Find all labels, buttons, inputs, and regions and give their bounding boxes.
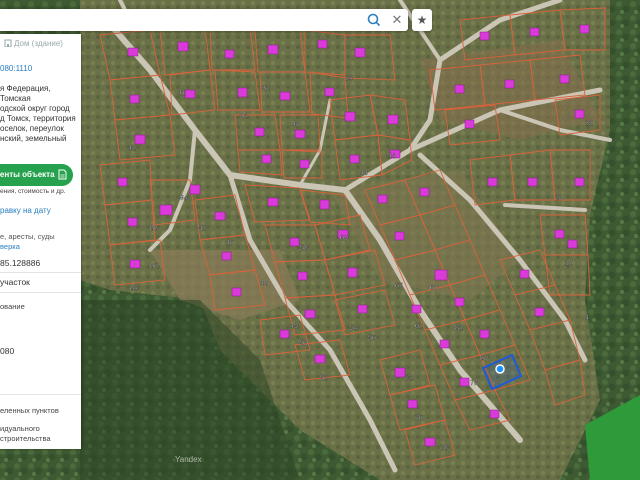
parcel-label: 46 bbox=[226, 240, 234, 247]
parcel-label: 60 bbox=[340, 235, 348, 242]
parcel-label: 78 bbox=[440, 445, 448, 452]
documents-button[interactable]: менты объекта bbox=[0, 164, 73, 186]
address-line: д Томск, территория bbox=[0, 114, 76, 123]
parcel-label: 24 bbox=[345, 75, 353, 82]
building-icon bbox=[4, 39, 12, 47]
parcel-label: 82 bbox=[455, 325, 463, 332]
parcel-label: 20 bbox=[555, 195, 563, 202]
parcel-label: 22 bbox=[585, 120, 593, 127]
parcel-label: 74 bbox=[405, 375, 413, 382]
address: я Федерация, Томская одской округ город … bbox=[0, 84, 80, 144]
meta-info: е, аресты, суды верка bbox=[0, 232, 55, 252]
parcel-label: 62 bbox=[415, 323, 423, 330]
breadcrumb[interactable]: Дом (здание) bbox=[4, 39, 63, 48]
land-category: еленных пунктов bbox=[0, 406, 59, 415]
parcel-label: 86 bbox=[150, 263, 158, 270]
parcel-label: 92 bbox=[198, 225, 206, 232]
meta-line: е, аресты, суды bbox=[0, 232, 55, 241]
address-line: я Федерация, Томская bbox=[0, 84, 51, 103]
parcel-label: 48 bbox=[260, 280, 268, 287]
parcel-label: 84 bbox=[130, 285, 138, 292]
parcel-label: 44 bbox=[388, 153, 396, 160]
object-info-panel: Дом (здание) 080:1110 я Федерация, Томск… bbox=[0, 34, 81, 449]
parcel-label: 40 bbox=[292, 121, 300, 128]
usage-value: ование bbox=[0, 302, 25, 311]
parcel-label: 94 bbox=[180, 195, 188, 202]
search-bar: ✕ bbox=[0, 9, 408, 31]
address-line: нский, земельный bbox=[0, 134, 67, 143]
parcel-label: 50 bbox=[300, 340, 308, 347]
parcel-label: 52 bbox=[320, 375, 328, 382]
parcel-label: 80 bbox=[480, 355, 488, 362]
map-canvas[interactable]: 4 18 20 22 24 31 34 40 41 42 43 44 46 48… bbox=[0, 0, 640, 480]
selected-marker[interactable] bbox=[495, 364, 505, 374]
documents-button-label: менты объекта bbox=[0, 170, 55, 179]
documents-subtitle: ения, стоимость и др. bbox=[0, 188, 66, 195]
search-input[interactable] bbox=[6, 11, 360, 31]
coordinate-value: 85.128886 bbox=[0, 258, 41, 268]
map-watermark: Yandex bbox=[175, 455, 202, 464]
parcel-label: 49 bbox=[290, 323, 298, 330]
parcel-label: 79 bbox=[470, 380, 478, 387]
parcel-label: 43 bbox=[360, 170, 368, 177]
parcel-label: 42 bbox=[128, 145, 136, 152]
divider bbox=[0, 272, 81, 273]
address-line: одской округ город bbox=[0, 104, 70, 113]
address-line: оселок, переулок bbox=[0, 124, 64, 133]
parcel-label: 76 bbox=[415, 415, 423, 422]
divider bbox=[0, 394, 81, 395]
parcel-label: 34 bbox=[240, 113, 248, 120]
parcel-label: 67 bbox=[395, 283, 403, 290]
parcel-label: 31 bbox=[262, 85, 270, 92]
parcel-label: 54 bbox=[350, 325, 358, 332]
parcel-label: 41 bbox=[178, 90, 186, 97]
parcel-label: 4 bbox=[585, 315, 589, 322]
divider bbox=[0, 292, 81, 293]
parcel-label: 58 bbox=[300, 245, 308, 252]
parcel-label: 18 bbox=[565, 260, 573, 267]
parcel-label: 56 bbox=[368, 335, 376, 342]
search-icon[interactable] bbox=[366, 12, 382, 28]
star-icon[interactable]: ★ bbox=[412, 9, 432, 31]
object-type: участок bbox=[0, 277, 30, 287]
parcel-label: 88 bbox=[150, 225, 158, 232]
purpose-line: идуального bbox=[0, 424, 40, 433]
report-link[interactable]: равку на дату bbox=[0, 206, 51, 215]
code-value: 080 bbox=[0, 346, 15, 356]
cadastral-number[interactable]: 080:1110 bbox=[0, 64, 32, 73]
file-icon bbox=[58, 169, 67, 180]
purpose-line: строительства bbox=[0, 434, 51, 443]
breadcrumb-label: Дом (здание) bbox=[14, 39, 63, 48]
parcel-label: 63 bbox=[430, 285, 438, 292]
check-link[interactable]: верка bbox=[0, 242, 55, 252]
close-icon[interactable]: ✕ bbox=[389, 12, 405, 28]
